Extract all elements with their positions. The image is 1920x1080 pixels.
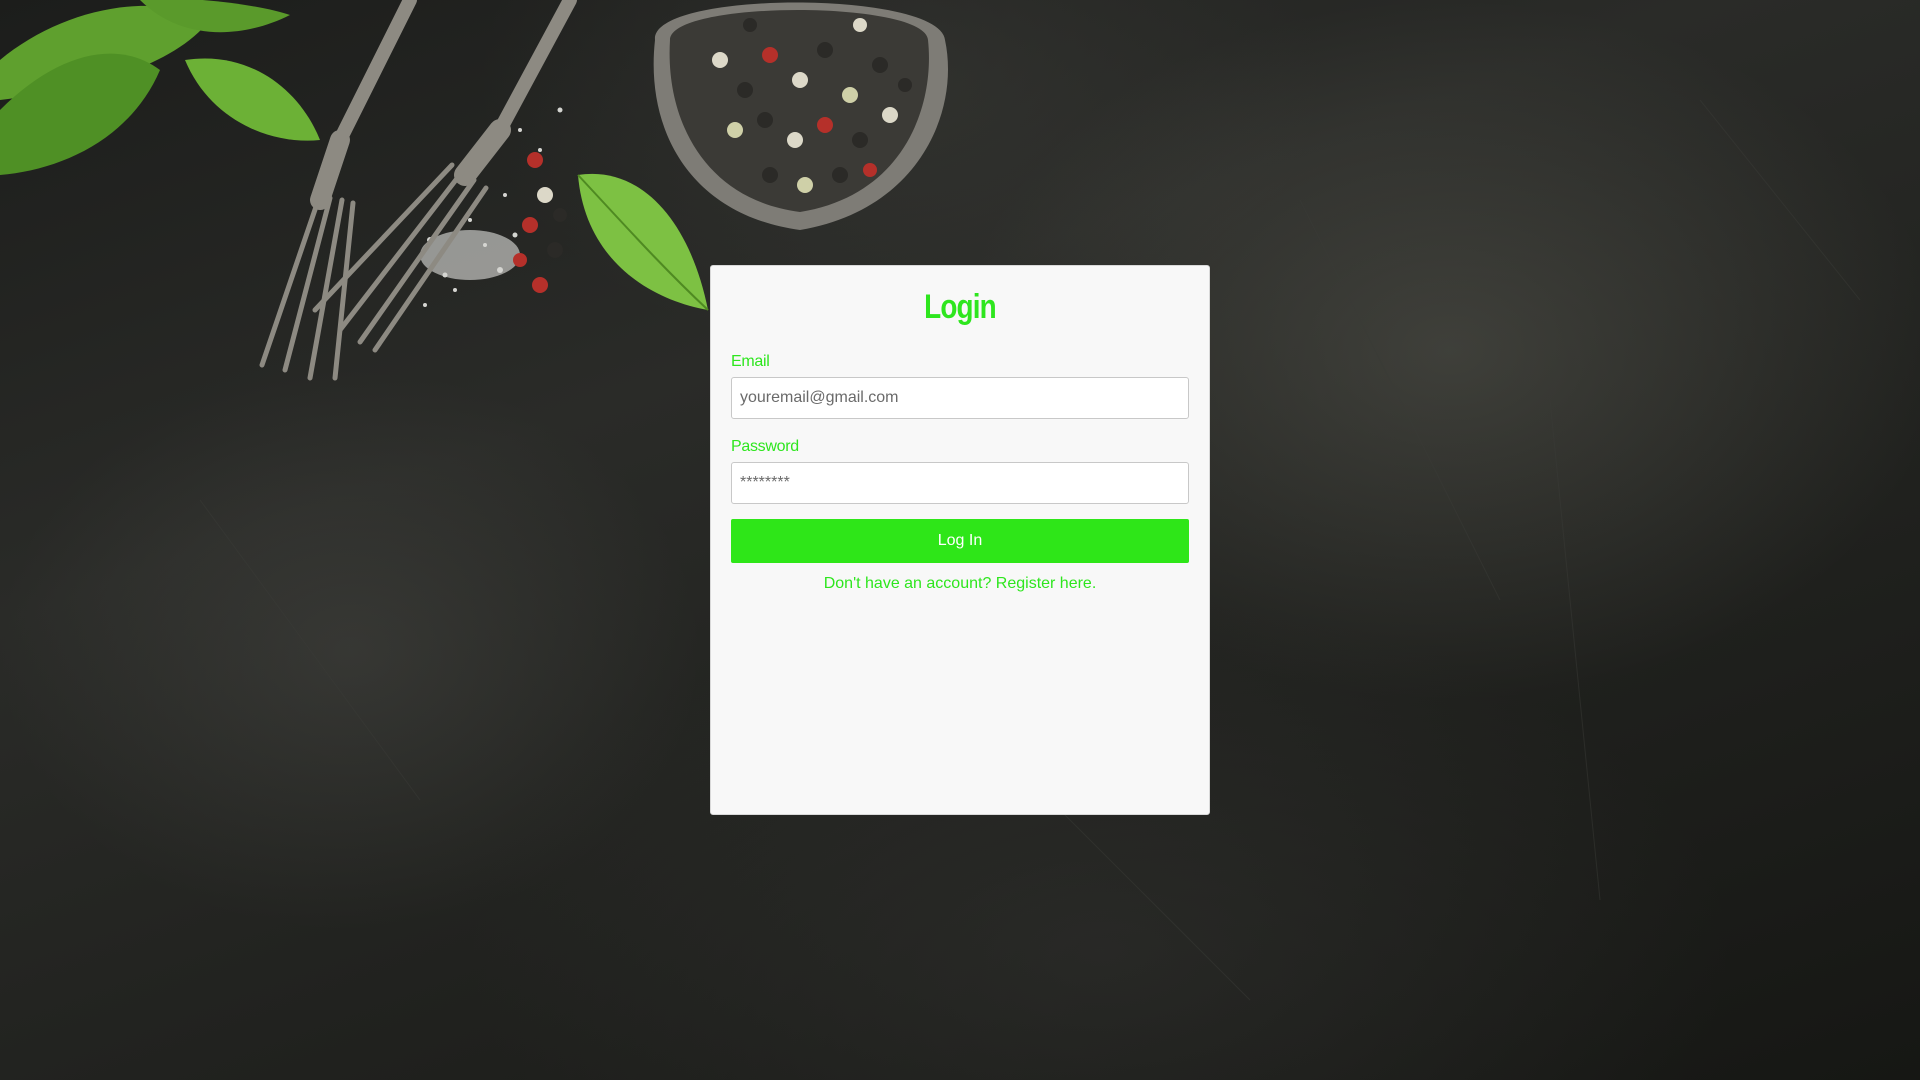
login-title: Login — [924, 288, 997, 326]
email-field[interactable] — [731, 377, 1189, 419]
peppercorn-bowl-icon — [653, 2, 949, 230]
password-label: Password — [731, 438, 799, 455]
fork-icon — [259, 0, 577, 381]
register-link[interactable]: Don't have an account? Register here. — [731, 575, 1189, 593]
basil-leaf-icon — [0, 0, 709, 311]
password-field[interactable] — [731, 462, 1189, 504]
login-button[interactable]: Log In — [731, 519, 1189, 563]
login-card: Login Email Password Log In Don't have a… — [710, 265, 1210, 815]
email-label: Email — [731, 353, 770, 370]
